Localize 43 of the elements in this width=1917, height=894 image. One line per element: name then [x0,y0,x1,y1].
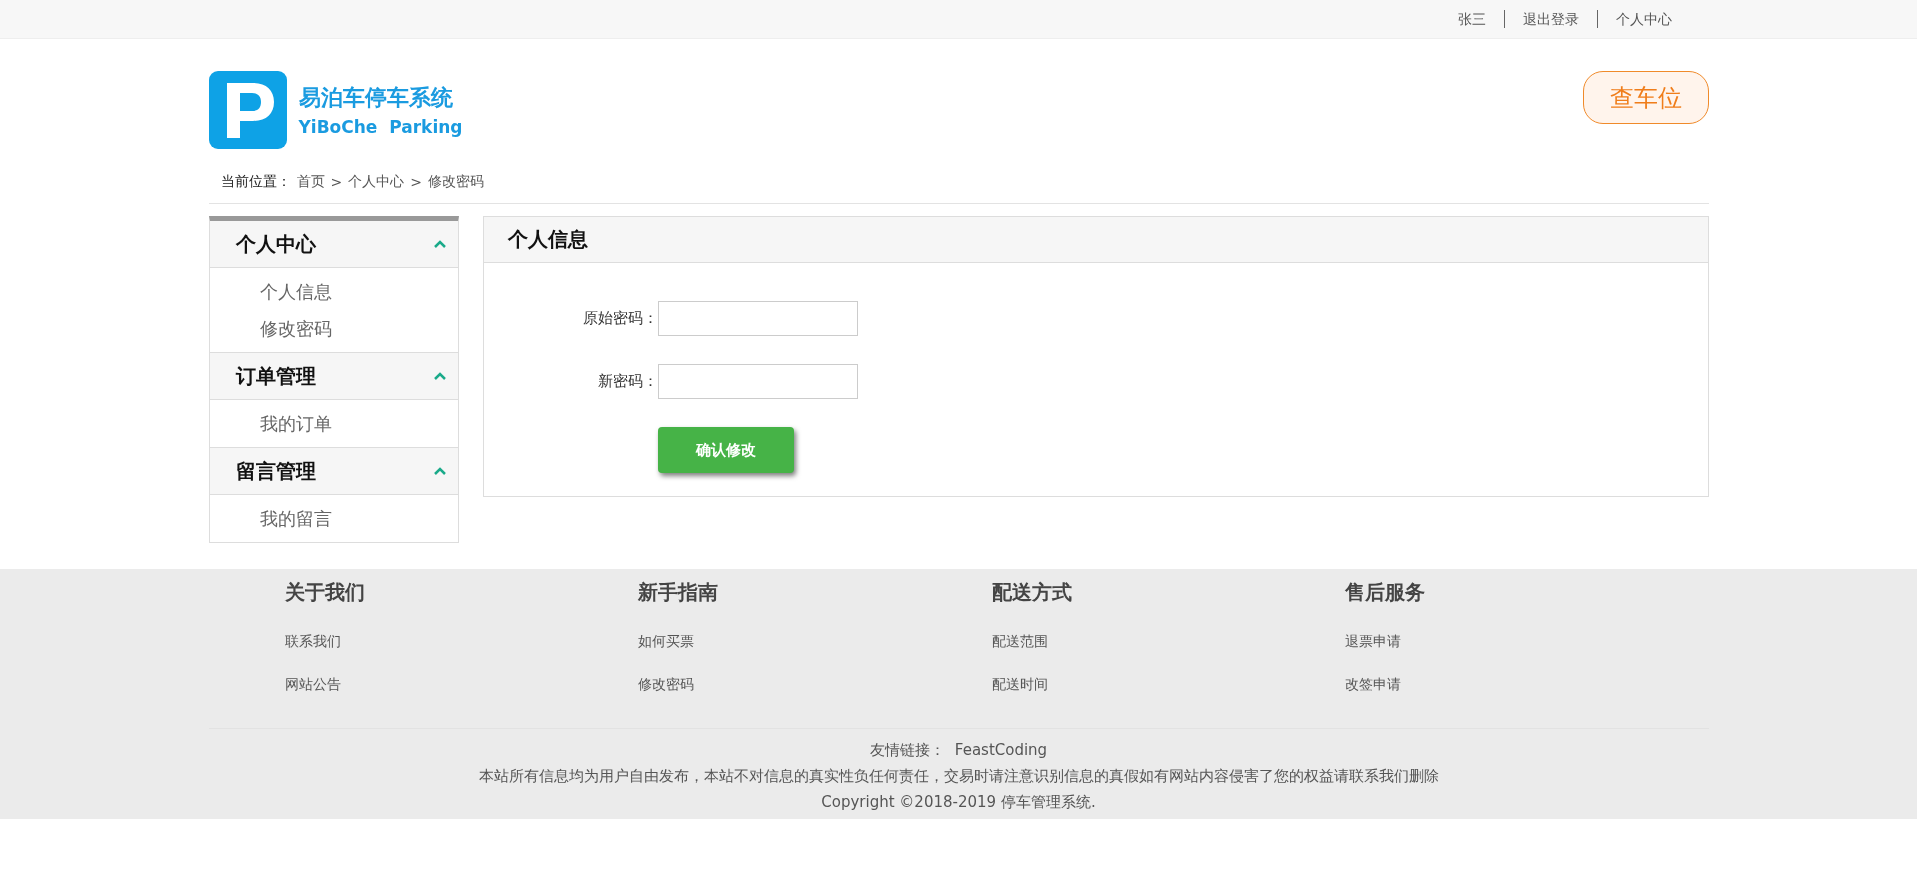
sidebar-item[interactable]: 修改密码 [259,313,458,344]
top-link[interactable]: 张三 [1440,10,1504,28]
sidebar-item[interactable]: 我的留言 [259,503,458,534]
disclaimer-text: 本站所有信息均为用户自由发布，本站不对信息的真实性负任何责任，交易时请注意识别信息的真假如有网站内容侵害了您的权益请联系我们删除 [478,766,1439,787]
logo-subtitle: YiBoChe Parking [298,117,463,137]
field-label: 原始密码： [581,309,658,328]
footer-link[interactable]: 网站公告 [284,663,638,706]
password-field[interactable] [657,301,858,336]
password-field[interactable] [657,364,858,399]
copyright-text: Copyright ©2018-2019 停车管理系统. [821,792,1096,813]
footer-heading: 新手指南 [638,579,719,606]
footer-heading: 关于我们 [284,579,366,606]
sidebar-group-title[interactable]: 订单管理 [235,362,316,390]
footer-link[interactable]: 修改密码 [638,663,992,706]
breadcrumb-link[interactable]: 修改密码 [427,173,484,191]
footer-link[interactable]: 退票申请 [1345,620,1699,663]
breadcrumb-link[interactable]: 首页 [296,173,325,191]
caret-up-icon[interactable] [433,467,446,475]
friend-link[interactable]: FeastCoding [954,737,1048,763]
footer-link[interactable]: 配送范围 [991,620,1345,663]
field-label: 新密码： [596,372,658,391]
footer-heading: 售后服务 [1345,579,1426,606]
parking-logo-icon [208,71,287,149]
footer-link[interactable]: 如何买票 [638,620,992,663]
panel-title: 个人信息 [507,226,588,253]
footer-link[interactable]: 改签申请 [1345,663,1699,706]
top-link[interactable]: 退出登录 [1504,10,1597,28]
caret-up-icon[interactable] [433,240,446,248]
breadcrumb-separator: > [410,174,422,190]
sidebar-item[interactable]: 个人信息 [259,276,458,307]
footer-link[interactable]: 配送时间 [991,663,1345,706]
footer-heading: 配送方式 [991,579,1073,606]
breadcrumb-link[interactable]: 个人中心 [348,173,405,191]
logo-title: 易泊车停车系统 [298,84,454,112]
sidebar-item[interactable]: 我的订单 [259,408,458,439]
top-link[interactable]: 个人中心 [1597,10,1690,28]
breadcrumb-separator: > [330,174,343,190]
breadcrumb-label: 当前位置： [220,173,291,191]
footer-link[interactable]: 联系我们 [284,620,638,663]
friend-links-label: 友情链接： [869,740,945,761]
caret-up-icon[interactable] [433,372,446,380]
sidebar-group-title[interactable]: 个人中心 [235,230,316,258]
sidebar-group-title[interactable]: 留言管理 [235,457,316,485]
